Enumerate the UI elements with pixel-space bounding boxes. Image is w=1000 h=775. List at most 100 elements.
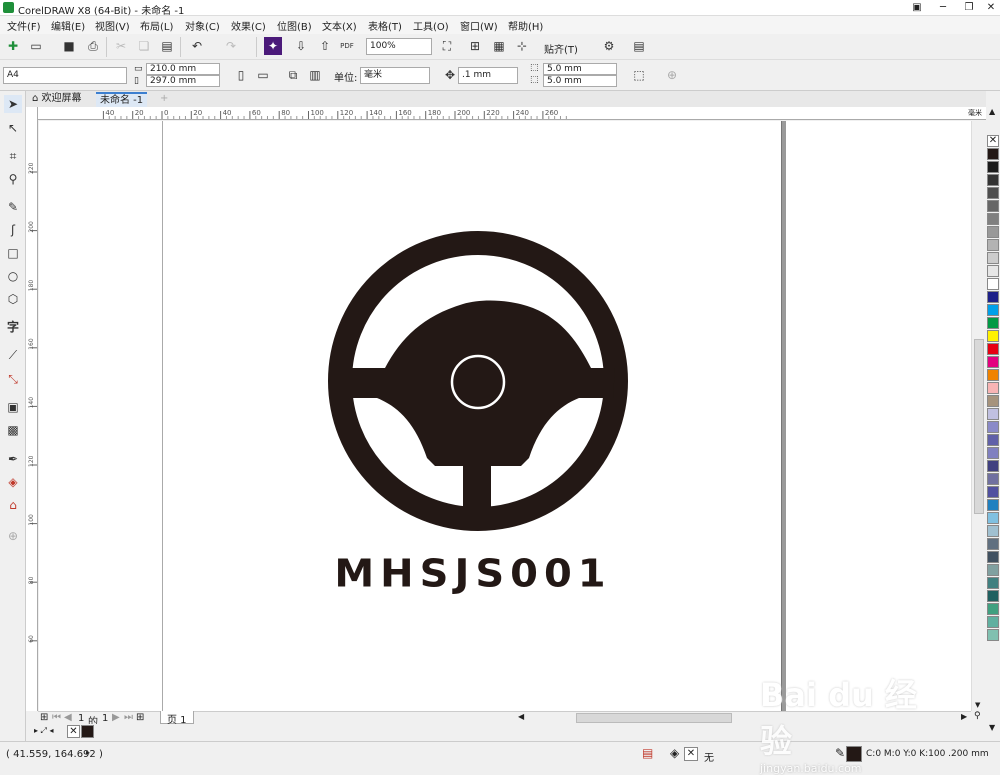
duplicate-distance-y[interactable]: 5.0 mm: [543, 75, 617, 87]
palette-swatch[interactable]: [987, 486, 999, 498]
status-flyout-icon[interactable]: ▸: [86, 748, 90, 757]
add-toolbar-icon[interactable]: ⊕: [663, 66, 681, 84]
menu-edit[interactable]: 编辑(E): [51, 18, 85, 33]
palette-swatch[interactable]: [987, 148, 999, 160]
add-page-after-icon[interactable]: ⊞: [136, 712, 144, 723]
palette-swatch[interactable]: [987, 473, 999, 485]
palette-swatch[interactable]: [987, 187, 999, 199]
page-width-field[interactable]: 210.0 mm: [146, 63, 220, 75]
palette-swatch[interactable]: [987, 590, 999, 602]
palette-swatch[interactable]: [987, 252, 999, 264]
add-page-before-icon[interactable]: ⊞: [40, 712, 48, 723]
tab-welcome-screen[interactable]: ⌂ 欢迎屏幕: [28, 92, 86, 107]
show-guidelines-icon[interactable]: ⊹: [513, 37, 531, 55]
drop-shadow-icon[interactable]: ▣: [4, 398, 22, 416]
all-pages-icon[interactable]: ⧉: [284, 66, 302, 84]
fill-none-swatch[interactable]: ✕: [684, 747, 698, 761]
doc-color-swatch[interactable]: [81, 725, 94, 738]
ellipse-tool-icon[interactable]: ○: [4, 267, 22, 285]
freehand-tool-icon[interactable]: ✎: [4, 198, 22, 216]
search-content-icon[interactable]: ✦: [264, 37, 282, 55]
next-page-icon[interactable]: ▶: [112, 712, 120, 723]
menu-layout[interactable]: 布局(L): [140, 18, 173, 33]
cut-icon[interactable]: ✂: [112, 37, 130, 55]
palette-swatch[interactable]: [987, 408, 999, 420]
tab-untitled-1[interactable]: 未命名 -1: [96, 92, 148, 107]
artistic-media-icon[interactable]: ʃ: [4, 221, 22, 239]
scroll-right-icon[interactable]: ▶: [961, 712, 967, 721]
transparency-icon[interactable]: ▩: [4, 421, 22, 439]
palette-swatch[interactable]: [987, 434, 999, 446]
menu-window[interactable]: 窗口(W): [460, 18, 498, 33]
document-page[interactable]: MHSJS001: [162, 121, 782, 711]
palette-swatch[interactable]: [987, 629, 999, 641]
redo-icon[interactable]: ↷: [222, 37, 240, 55]
horizontal-ruler[interactable]: 40 20 0 20 40 60 80 100 120 140 160 180 200 220 240 260…: [38, 107, 986, 120]
page-size-select[interactable]: A4: [3, 67, 127, 84]
palette-swatch[interactable]: [987, 317, 999, 329]
save-icon[interactable]: ■: [60, 37, 78, 55]
profile-icon[interactable]: ▣: [904, 0, 930, 16]
nudge-distance-field[interactable]: .1 mm: [458, 67, 518, 84]
menu-help[interactable]: 帮助(H): [508, 18, 543, 33]
current-page-icon[interactable]: ▥: [306, 66, 324, 84]
undo-icon[interactable]: ↶: [188, 37, 206, 55]
crop-tool-icon[interactable]: ⌗: [4, 147, 22, 165]
palette-swatch[interactable]: [987, 421, 999, 433]
open-icon[interactable]: ▭: [27, 37, 45, 55]
palette-swatch[interactable]: [987, 564, 999, 576]
palette-swatch[interactable]: [987, 291, 999, 303]
last-page-icon[interactable]: ⏭: [124, 712, 133, 723]
zoom-navigator-icon[interactable]: ⚲: [974, 711, 981, 721]
scroll-down-icon[interactable]: ▼: [975, 701, 980, 709]
doc-no-color-swatch[interactable]: ✕: [67, 725, 80, 738]
palette-swatch[interactable]: [987, 603, 999, 615]
quick-customize-icon[interactable]: ⊕: [4, 527, 22, 545]
palette-swatch[interactable]: [987, 226, 999, 238]
rectangle-tool-icon[interactable]: □: [4, 244, 22, 262]
palette-swatch[interactable]: [987, 538, 999, 550]
palette-swatch[interactable]: [987, 460, 999, 472]
close-button[interactable]: ✕: [978, 0, 1000, 16]
polygon-tool-icon[interactable]: ⬡: [4, 290, 22, 308]
print-icon[interactable]: ⎙: [84, 37, 102, 55]
duplicate-distance-x[interactable]: 5.0 mm: [543, 63, 617, 75]
treat-as-filled-icon[interactable]: ⬚: [630, 66, 648, 84]
palette-swatch[interactable]: [987, 161, 999, 173]
zoom-level-field[interactable]: 100%: [366, 38, 432, 55]
menu-effects[interactable]: 效果(C): [231, 18, 266, 33]
drawing-canvas[interactable]: MHSJS001: [39, 121, 986, 711]
previous-page-icon[interactable]: ◀: [64, 712, 72, 723]
palette-swatch[interactable]: [987, 213, 999, 225]
palette-swatch[interactable]: [987, 395, 999, 407]
menu-text[interactable]: 文本(X): [322, 18, 357, 33]
palette-swatch[interactable]: [987, 330, 999, 342]
interactive-fill-icon[interactable]: ◈: [4, 473, 22, 491]
landscape-icon[interactable]: ▭: [254, 66, 272, 84]
first-page-icon[interactable]: ⏮: [52, 712, 61, 723]
add-tab-icon[interactable]: +: [156, 92, 172, 107]
horizontal-scroll-thumb[interactable]: [576, 713, 732, 723]
minimize-button[interactable]: ─: [930, 0, 956, 16]
zoom-tool-icon[interactable]: ⚲: [4, 170, 22, 188]
parallel-dimension-icon[interactable]: ⟋: [4, 346, 22, 364]
palette-swatch[interactable]: [987, 525, 999, 537]
eyedropper-icon[interactable]: ✒: [4, 450, 22, 468]
publish-pdf-icon[interactable]: PDF: [338, 37, 356, 55]
palette-swatch[interactable]: [987, 512, 999, 524]
export-icon[interactable]: ⇧: [316, 37, 334, 55]
vertical-scrollbar[interactable]: ▼: [971, 121, 986, 711]
steering-wheel-logo[interactable]: [323, 226, 633, 536]
palette-swatch[interactable]: [987, 239, 999, 251]
smart-fill-icon[interactable]: ⌂: [4, 496, 22, 514]
application-launcher-icon[interactable]: ▤: [630, 37, 648, 55]
palette-scroll-down-icon[interactable]: ▼: [989, 723, 995, 732]
no-color-swatch[interactable]: ✕: [987, 135, 999, 147]
palette-swatch[interactable]: [987, 499, 999, 511]
scroll-left-icon[interactable]: ◀: [518, 712, 524, 721]
units-select[interactable]: 毫米: [360, 67, 430, 84]
palette-swatch[interactable]: [987, 200, 999, 212]
vertical-ruler[interactable]: 220 200 180 160 140 120 100 80 60: [26, 107, 38, 711]
snap-to-menu[interactable]: 贴齐(T): [544, 41, 578, 56]
menu-tools[interactable]: 工具(O): [413, 18, 449, 33]
